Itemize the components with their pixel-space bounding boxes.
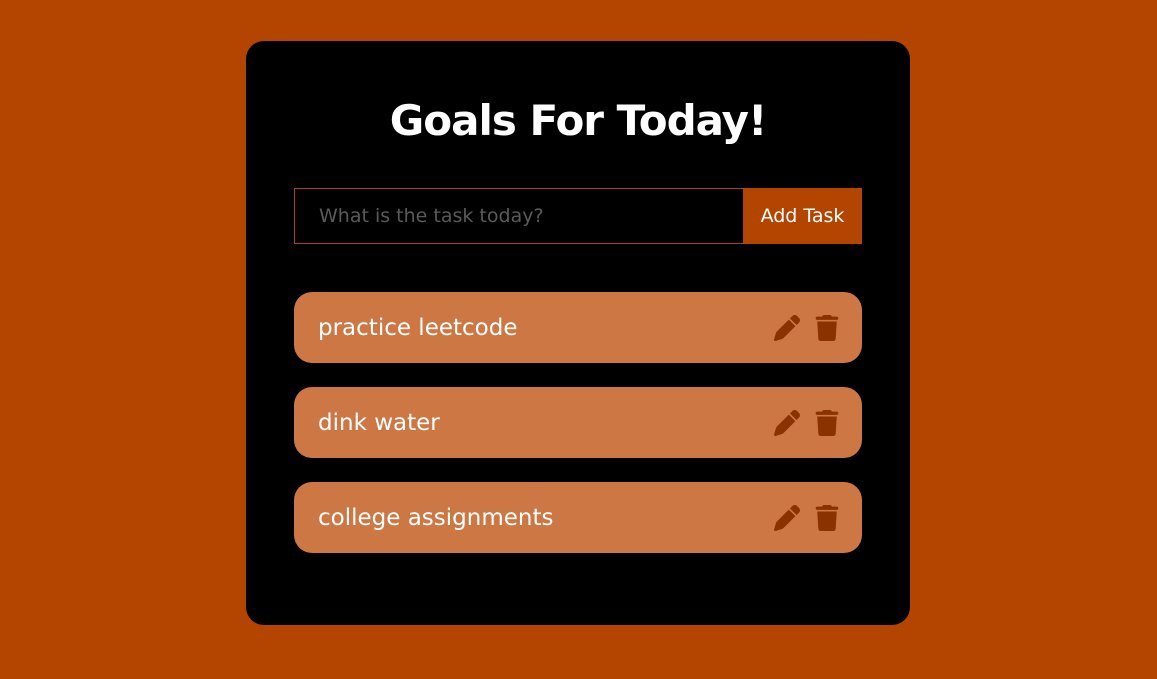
- todo-item: college assignments: [294, 482, 862, 553]
- todo-item: practice leetcode: [294, 292, 862, 363]
- pencil-icon[interactable]: [774, 314, 800, 341]
- trash-icon[interactable]: [814, 314, 840, 341]
- todo-text: practice leetcode: [318, 314, 518, 341]
- trash-icon[interactable]: [814, 504, 840, 531]
- trash-icon[interactable]: [814, 409, 840, 436]
- page-title: Goals For Today!: [389, 96, 767, 145]
- task-input[interactable]: [294, 188, 743, 244]
- todo-actions: [774, 314, 840, 341]
- add-task-button[interactable]: Add Task: [743, 188, 862, 244]
- task-form: Add Task: [294, 188, 862, 244]
- pencil-icon[interactable]: [774, 504, 800, 531]
- todo-text: dink water: [318, 409, 440, 436]
- todo-actions: [774, 504, 840, 531]
- todo-actions: [774, 409, 840, 436]
- todo-item: dink water: [294, 387, 862, 458]
- pencil-icon[interactable]: [774, 409, 800, 436]
- todo-card: Goals For Today! Add Task practice leetc…: [246, 41, 910, 625]
- todo-list: practice leetcode dink water college ass…: [294, 292, 862, 577]
- todo-text: college assignments: [318, 504, 554, 531]
